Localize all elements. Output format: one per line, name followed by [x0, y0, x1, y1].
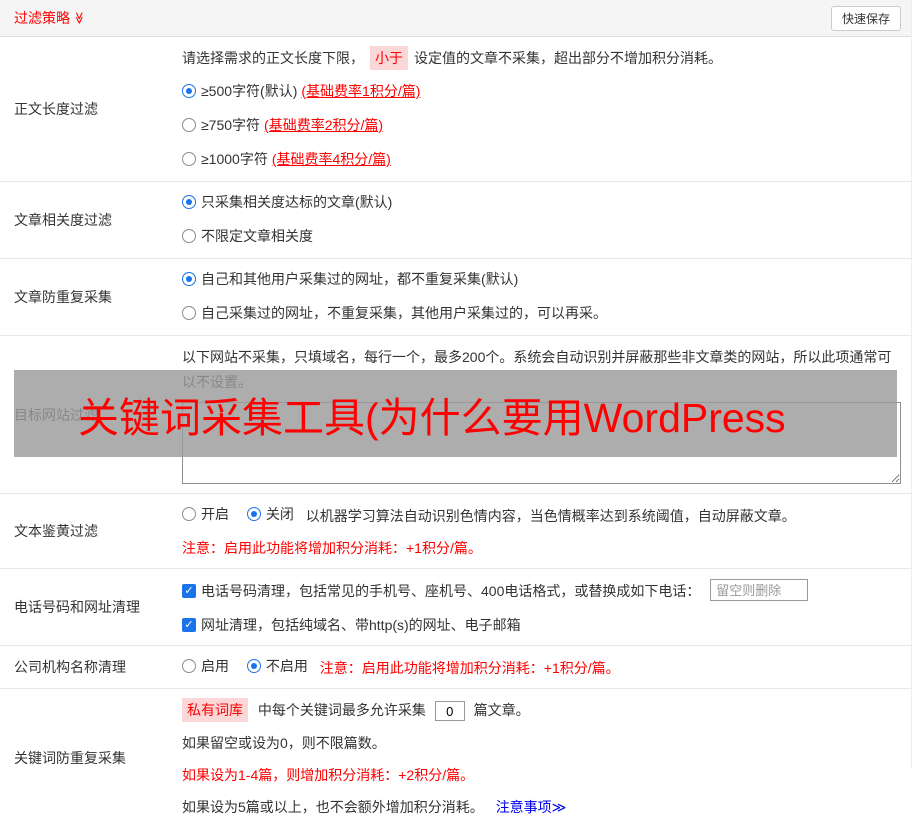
radio-length-1000[interactable]: ≥1000字符 (基础费率4积分/篇) [182, 148, 391, 170]
header-bar: 过滤策略 ≫ 快速保存 [0, 0, 911, 37]
radio-label: 只采集相关度达标的文章(默认) [201, 191, 392, 213]
radio-dedup-global[interactable]: 自己和其他用户采集过的网址，都不重复采集(默认) [182, 268, 518, 290]
section-label-target-site: 目标网站过滤 [0, 336, 182, 493]
private-lexicon-chip: 私有词库 [182, 698, 248, 722]
radio-label: 启用 [201, 655, 229, 677]
checkbox-url-cleanup[interactable]: 网址清理，包括纯域名、带http(s)的网址、电子邮箱 [182, 614, 521, 636]
radio-icon [182, 118, 196, 132]
section-target-site: 目标网站过滤 以下网站不采集，只填域名，每行一个，最多200个。系统会自动识别并… [0, 336, 911, 494]
target-site-textarea[interactable] [182, 402, 901, 484]
section-phone-url: 电话号码和网址清理 电话号码清理，包括常见的手机号、座机号、400电话格式，或替… [0, 569, 911, 646]
radio-label: 不启用 [266, 655, 308, 677]
section-dedup: 文章防重复采集 自己和其他用户采集过的网址，都不重复采集(默认) 自己采集过的网… [0, 259, 911, 336]
chevron-down-icon: ≫ [72, 12, 86, 25]
keyword-dedup-line3: 如果设为1-4篇，则增加积分消耗：+2积分/篇。 [182, 764, 901, 786]
notes-link[interactable]: 注意事项≫ [496, 799, 567, 815]
radio-company-on[interactable]: 启用 [182, 655, 229, 677]
quick-save-button[interactable]: 快速保存 [831, 6, 901, 31]
intro-text-after: 设定值的文章不采集，超出部分不增加积分消耗。 [414, 50, 722, 66]
radio-length-750[interactable]: ≥750字符 (基础费率2积分/篇) [182, 114, 383, 136]
intro-text-before: 请选择需求的正文长度下限， [182, 50, 364, 66]
section-label-porn-filter: 文本鉴黄过滤 [0, 494, 182, 568]
keyword-dedup-line4: 如果设为5篇或以上，也不会额外增加积分消耗。 [182, 799, 484, 815]
checkbox-phone-cleanup[interactable]: 电话号码清理，包括常见的手机号、座机号、400电话格式，或替换成如下电话： [182, 580, 700, 602]
radio-relevance-any[interactable]: 不限定文章相关度 [182, 225, 313, 247]
radio-label: 自己和其他用户采集过的网址，都不重复采集(默认) [201, 268, 518, 290]
keyword-dedup-text-after: 篇文章。 [474, 702, 530, 718]
section-label-phone-url: 电话号码和网址清理 [0, 569, 182, 645]
radio-label: 自己采集过的网址，不重复采集，其他用户采集过的，可以再采。 [201, 302, 607, 324]
section-label-keyword-dedup: 关键词防重复采集 [0, 689, 182, 827]
section-company: 公司机构名称清理 启用 不启用 注意：启用此功能将增加积分消耗：+1积分/篇。 [0, 646, 911, 689]
keyword-dedup-text-before: 中每个关键词最多允许采集 [258, 702, 426, 718]
company-note: 注意：启用此功能将增加积分消耗：+1积分/篇。 [320, 660, 620, 676]
rate-note: (基础费率4积分/篇) [272, 148, 391, 170]
section-porn-filter: 文本鉴黄过滤 开启 关闭 以机器学习算法自动识别色情内容，当色情概率达到系统阈值… [0, 494, 911, 569]
radio-label: ≥1000字符 [201, 148, 268, 170]
radio-icon [182, 306, 196, 320]
section-label-company: 公司机构名称清理 [0, 646, 182, 688]
radio-label: ≥750字符 [201, 114, 260, 136]
section-label-body-length: 正文长度过滤 [0, 37, 182, 181]
rate-note: (基础费率2积分/篇) [264, 114, 383, 136]
radio-icon [182, 272, 196, 286]
checkbox-label: 电话号码清理，包括常见的手机号、座机号、400电话格式，或替换成如下电话： [201, 580, 700, 602]
checkbox-icon [182, 584, 196, 598]
phone-replacement-input[interactable] [710, 579, 808, 601]
less-than-chip: 小于 [370, 46, 408, 70]
rate-note: (基础费率1积分/篇) [301, 80, 420, 102]
radio-icon [182, 195, 196, 209]
radio-icon [182, 152, 196, 166]
radio-icon [247, 659, 261, 673]
radio-porn-on[interactable]: 开启 [182, 503, 229, 525]
radio-label: ≥500字符(默认) [201, 80, 297, 102]
section-relevance: 文章相关度过滤 只采集相关度达标的文章(默认) 不限定文章相关度 [0, 182, 911, 259]
max-count-input[interactable] [435, 701, 465, 721]
radio-length-500[interactable]: ≥500字符(默认) (基础费率1积分/篇) [182, 80, 420, 102]
checkbox-label: 网址清理，包括纯域名、带http(s)的网址、电子邮箱 [201, 614, 521, 636]
section-keyword-dedup: 关键词防重复采集 私有词库 中每个关键词最多允许采集 篇文章。 如果留空或设为0… [0, 689, 911, 827]
page-title-text: 过滤策略 [14, 8, 70, 28]
radio-porn-off[interactable]: 关闭 [247, 503, 294, 525]
radio-label: 不限定文章相关度 [201, 225, 313, 247]
target-site-description: 以下网站不采集，只填域名，每行一个，最多200个。系统会自动识别并屏蔽那些非文章… [182, 345, 901, 395]
porn-filter-description: 以机器学习算法自动识别色情内容，当色情概率达到系统阈值，自动屏蔽文章。 [306, 508, 796, 524]
section-label-dedup: 文章防重复采集 [0, 259, 182, 335]
body-length-intro: 请选择需求的正文长度下限， 小于设定值的文章不采集，超出部分不增加积分消耗。 [182, 46, 901, 70]
radio-relevance-strict[interactable]: 只采集相关度达标的文章(默认) [182, 191, 392, 213]
keyword-dedup-line2: 如果留空或设为0，则不限篇数。 [182, 732, 901, 754]
radio-icon [182, 507, 196, 521]
page-title[interactable]: 过滤策略 ≫ [10, 8, 86, 28]
radio-company-off[interactable]: 不启用 [247, 655, 308, 677]
section-body-length: 正文长度过滤 请选择需求的正文长度下限， 小于设定值的文章不采集，超出部分不增加积… [0, 37, 911, 182]
radio-label: 关闭 [266, 503, 294, 525]
checkbox-icon [182, 618, 196, 632]
radio-label: 开启 [201, 503, 229, 525]
section-label-relevance: 文章相关度过滤 [0, 182, 182, 258]
radio-dedup-self[interactable]: 自己采集过的网址，不重复采集，其他用户采集过的，可以再采。 [182, 302, 607, 324]
radio-icon [182, 659, 196, 673]
porn-filter-note: 注意：启用此功能将增加积分消耗：+1积分/篇。 [182, 537, 901, 559]
radio-icon [182, 229, 196, 243]
radio-icon [182, 84, 196, 98]
radio-icon [247, 507, 261, 521]
